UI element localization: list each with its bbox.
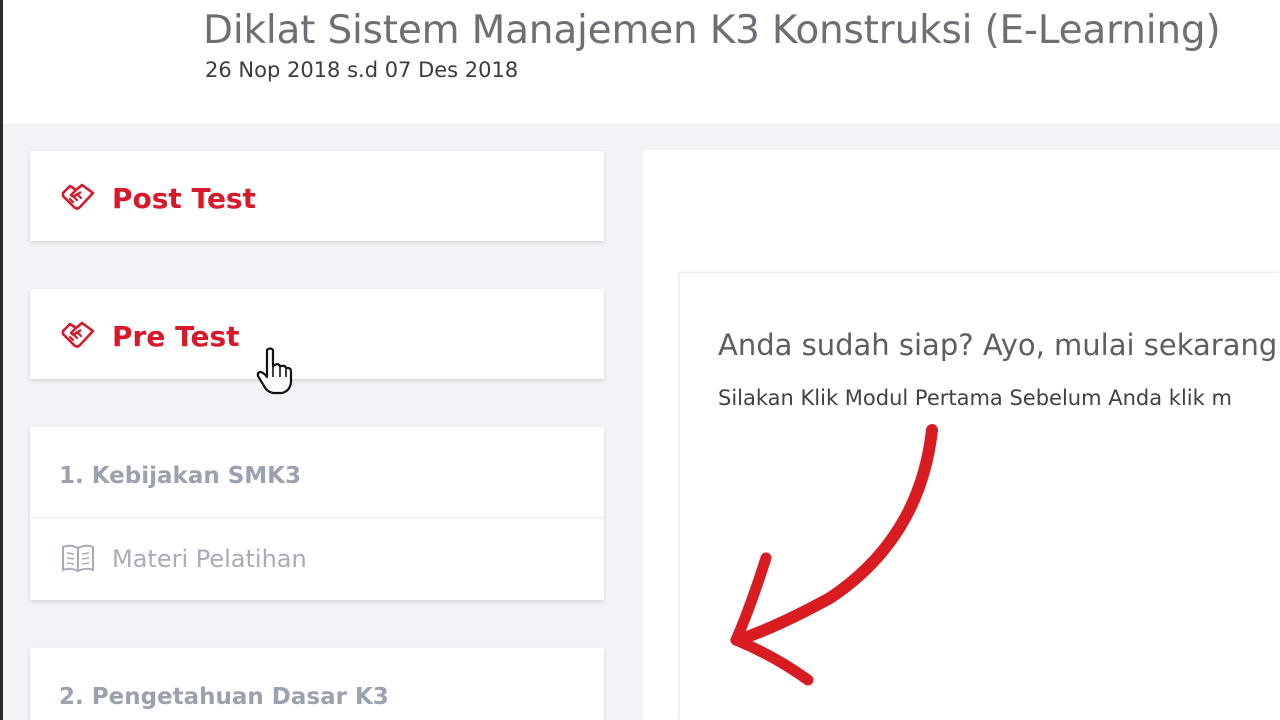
module-divider — [30, 517, 604, 518]
page-header: Diklat Sistem Manajemen K3 Konstruksi (E… — [0, 0, 1280, 123]
post-test-button[interactable]: Post Test — [30, 151, 604, 241]
handshake-icon — [61, 183, 95, 210]
book-icon — [62, 544, 94, 573]
instruction-text: Silakan Klik Modul Pertama Sebelum Anda … — [718, 386, 1232, 410]
window-edge — [0, 123, 3, 720]
ready-heading: Anda sudah siap? Ayo, mulai sekarang — [718, 328, 1278, 362]
red-arrow-icon — [730, 424, 938, 686]
module-card-1: 1. Kebijakan SMK3 Materi Pelatihan — [30, 427, 604, 600]
course-dates: 26 Nop 2018 s.d 07 Des 2018 — [205, 58, 519, 82]
handshake-icon — [61, 321, 95, 348]
module-title-2[interactable]: 2. Pengetahuan Dasar K3 — [59, 684, 389, 710]
module-card-2: 2. Pengetahuan Dasar K3 — [30, 648, 604, 720]
post-test-label: Post Test — [112, 182, 256, 215]
materi-pelatihan-link[interactable]: Materi Pelatihan — [112, 545, 307, 573]
hand-cursor-icon — [256, 347, 293, 395]
course-title: Diklat Sistem Manajemen K3 Konstruksi (E… — [203, 8, 1221, 53]
module-title-1[interactable]: 1. Kebijakan SMK3 — [59, 463, 301, 489]
pre-test-button[interactable]: Pre Test — [30, 289, 604, 379]
pre-test-label: Pre Test — [112, 320, 240, 353]
